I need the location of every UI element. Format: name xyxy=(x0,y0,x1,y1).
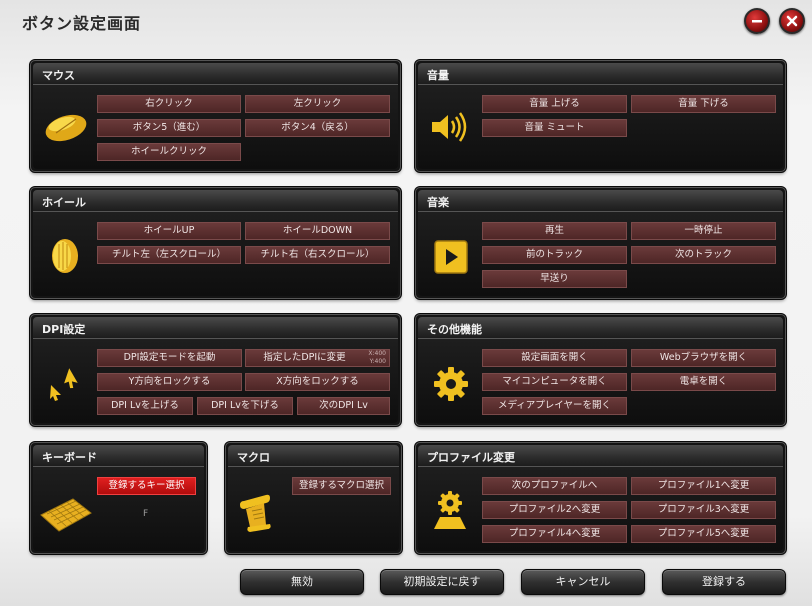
wheel-down-button[interactable]: ホイールDOWN xyxy=(245,222,390,240)
dpi-set-label: 指定したDPIに変更 xyxy=(263,352,346,363)
mouse-left-click-button[interactable]: 左クリック xyxy=(245,95,390,113)
minimize-icon xyxy=(752,20,762,23)
panel-title: キーボード xyxy=(42,451,97,464)
register-button[interactable]: 登録する xyxy=(662,569,786,595)
panel-mouse: マウス 右クリック 左クリック ボタン5（進む） ボタン4（戻る） ホイールクリ… xyxy=(30,60,401,172)
dpi-set-button[interactable]: 指定したDPIに変更 X:400 Y:400 xyxy=(245,349,390,367)
select-key-button[interactable]: 登録するキー選択 xyxy=(97,477,196,495)
title-bar: ボタン設定画面 xyxy=(0,0,812,46)
profile5-button[interactable]: プロファイル5へ変更 xyxy=(631,525,776,543)
dpi-level-down-button[interactable]: DPI Lvを下げる xyxy=(197,397,293,415)
panel-title: 音量 xyxy=(427,69,449,82)
profile1-button[interactable]: プロファイル1へ変更 xyxy=(631,477,776,495)
panel-macro: マクロ 登録するマクロ選択 xyxy=(225,442,402,554)
volume-up-button[interactable]: 音量 上げる xyxy=(482,95,627,113)
panel-dpi: DPI設定 DPI設定モードを起動 指定したDPIに変更 X:400 Y:400 … xyxy=(30,314,401,426)
open-my-computer-button[interactable]: マイコンピュータを開く xyxy=(482,373,627,391)
profile2-button[interactable]: プロファイル2へ変更 xyxy=(482,501,627,519)
music-next-track-button[interactable]: 次のトラック xyxy=(631,246,776,264)
panel-title: プロファイル変更 xyxy=(427,451,515,464)
profile-gear-icon xyxy=(434,491,466,529)
lock-x-button[interactable]: X方向をロックする xyxy=(245,373,390,391)
music-prev-track-button[interactable]: 前のトラック xyxy=(482,246,627,264)
cursor-arrows-icon xyxy=(50,368,78,401)
keyboard-icon xyxy=(40,498,92,532)
close-icon xyxy=(786,15,798,27)
open-settings-button[interactable]: 設定画面を開く xyxy=(482,349,627,367)
mouse-icon xyxy=(45,114,87,142)
play-icon xyxy=(434,240,468,274)
open-browser-button[interactable]: Webブラウザを開く xyxy=(631,349,776,367)
dpi-level-up-button[interactable]: DPI Lvを上げる xyxy=(97,397,193,415)
mouse-button4-button[interactable]: ボタン4（戻る） xyxy=(245,119,390,137)
panel-wheel: ホイール ホイールUP ホイールDOWN チルト左（左スクロール） チルト右（右… xyxy=(30,187,401,299)
panel-title: マクロ xyxy=(237,451,270,464)
cancel-button[interactable]: キャンセル xyxy=(521,569,645,595)
wheel-up-button[interactable]: ホイールUP xyxy=(97,222,241,240)
volume-mute-button[interactable]: 音量 ミュート xyxy=(482,119,627,137)
dpi-mode-button[interactable]: DPI設定モードを起動 xyxy=(97,349,242,367)
profile4-button[interactable]: プロファイル4へ変更 xyxy=(482,525,627,543)
reset-defaults-button[interactable]: 初期設定に戻す xyxy=(380,569,504,595)
tilt-left-button[interactable]: チルト左（左スクロール） xyxy=(97,246,241,264)
panel-profile: プロファイル変更 次のプロファイルへ プロファイル1へ変更 プロファイル2へ変更… xyxy=(415,442,786,554)
panel-title: DPI設定 xyxy=(42,323,86,336)
window-title: ボタン設定画面 xyxy=(22,14,142,33)
close-button[interactable] xyxy=(779,8,805,34)
panel-title: マウス xyxy=(42,69,75,82)
tilt-right-button[interactable]: チルト右（右スクロール） xyxy=(245,246,390,264)
disable-button[interactable]: 無効 xyxy=(240,569,364,595)
panel-other: その他機能 設定画面を開く Webブラウザを開く マイコンピュータを開く 電卓を… xyxy=(415,314,786,426)
wheel-icon xyxy=(52,239,78,273)
minimize-button[interactable] xyxy=(744,8,770,34)
next-dpi-level-button[interactable]: 次のDPI Lv xyxy=(297,397,390,415)
panel-title: 音楽 xyxy=(427,196,449,209)
panel-title: その他機能 xyxy=(427,323,482,336)
open-media-player-button[interactable]: メディアプレイヤーを開く xyxy=(482,397,627,415)
open-calculator-button[interactable]: 電卓を開く xyxy=(631,373,776,391)
speaker-icon xyxy=(432,112,467,142)
music-play-button[interactable]: 再生 xyxy=(482,222,627,240)
panel-volume: 音量 音量 上げる 音量 下げる 音量 ミュート xyxy=(415,60,786,172)
mouse-button5-button[interactable]: ボタン5（進む） xyxy=(97,119,241,137)
music-fast-forward-button[interactable]: 早送り xyxy=(482,270,627,288)
volume-down-button[interactable]: 音量 下げる xyxy=(631,95,776,113)
panel-music: 音楽 再生 一時停止 前のトラック 次のトラック 早送り xyxy=(415,187,786,299)
panel-title: ホイール xyxy=(42,196,86,209)
mouse-wheel-click-button[interactable]: ホイールクリック xyxy=(97,143,241,161)
mouse-right-click-button[interactable]: 右クリック xyxy=(97,95,241,113)
assigned-key-label: F xyxy=(143,509,149,519)
dpi-set-values: X:400 Y:400 xyxy=(368,350,386,365)
panel-keyboard: キーボード 登録するキー選択 F xyxy=(30,442,207,554)
select-macro-button[interactable]: 登録するマクロ選択 xyxy=(292,477,391,495)
music-pause-button[interactable]: 一時停止 xyxy=(631,222,776,240)
lock-y-button[interactable]: Y方向をロックする xyxy=(97,373,242,391)
next-profile-button[interactable]: 次のプロファイルへ xyxy=(482,477,627,495)
gear-icon xyxy=(434,367,468,401)
scroll-icon xyxy=(240,494,271,532)
profile3-button[interactable]: プロファイル3へ変更 xyxy=(631,501,776,519)
